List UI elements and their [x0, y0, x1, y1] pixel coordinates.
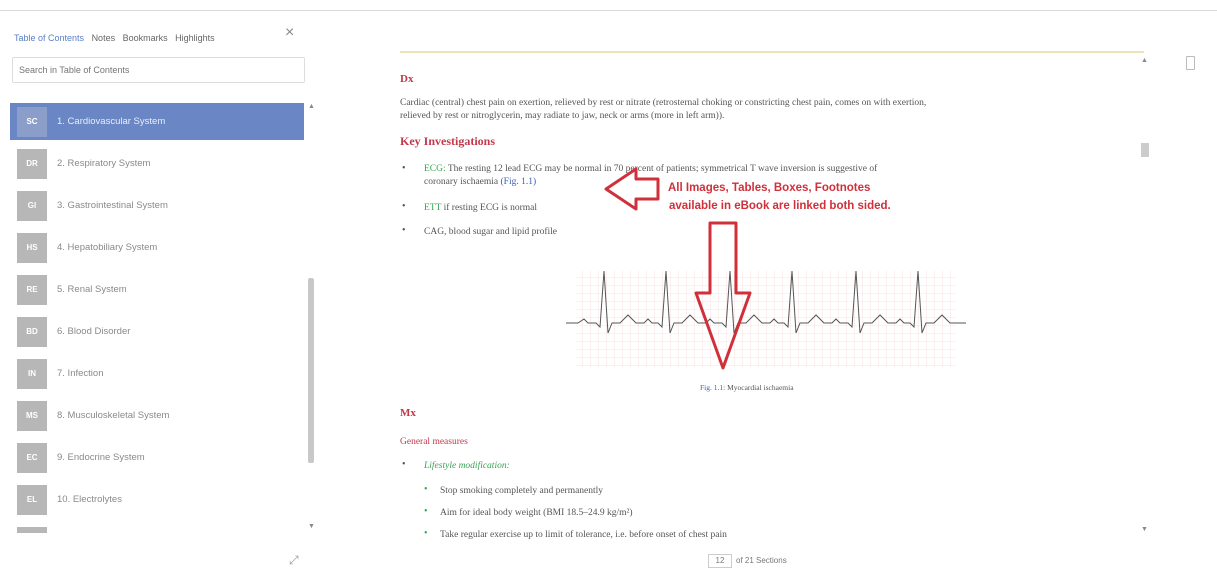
- tab-table-of-contents[interactable]: Table of Contents: [14, 33, 84, 43]
- toc-item-label: 9. Endocrine System: [57, 452, 145, 463]
- toc-item-badge: MS: [17, 400, 47, 431]
- page-icon[interactable]: [1186, 56, 1195, 70]
- left-arrow-shape: [604, 167, 660, 211]
- figure-link[interactable]: (Fig. 1.1): [501, 177, 537, 187]
- general-measures: General measures: [400, 437, 468, 447]
- toc-item-electrolytes[interactable]: EL 10. Electrolytes: [10, 481, 304, 518]
- toc-item-badge: DR: [17, 148, 47, 179]
- toc-item-label: 3. Gastrointestinal System: [57, 200, 168, 211]
- sub-bullet-icon: •: [424, 484, 428, 495]
- sidebar-tabs: Table of Contents Notes Bookmarks Highli…: [14, 33, 220, 43]
- toc-item-gastrointestinal[interactable]: GI 3. Gastrointestinal System: [10, 187, 304, 224]
- bullet-icon: •: [402, 201, 406, 212]
- reader-pane: ▲ ▼ Dx Cardiac (central) chest pain on e…: [388, 11, 1163, 551]
- bullet-icon: •: [402, 225, 406, 236]
- search-input[interactable]: [12, 57, 305, 83]
- page-number-input[interactable]: 12: [708, 554, 732, 568]
- ett-label: ETT: [424, 203, 442, 213]
- toc-item-badge: GI: [17, 190, 47, 221]
- sub-item: Aim for ideal body weight (BMI 18.5–24.9…: [440, 508, 633, 518]
- toc-item-musculoskeletal[interactable]: MS 8. Musculoskeletal System: [10, 397, 304, 434]
- toc-item-label: 5. Renal System: [57, 284, 127, 295]
- close-icon[interactable]: ×: [285, 25, 294, 41]
- toc-item-endocrine[interactable]: EC 9. Endocrine System: [10, 439, 304, 476]
- toc-item-cardiovascular[interactable]: SC 1. Cardiovascular System: [10, 103, 304, 140]
- ecg-label: ECG:: [424, 164, 446, 174]
- toc-scrollbar[interactable]: ▲ ▼: [306, 103, 316, 535]
- toc-item-label: 1. Cardiovascular System: [57, 116, 166, 127]
- toc-item-badge: SC: [17, 106, 47, 137]
- ecg-text-2: coronary ischaemia: [424, 177, 501, 187]
- toc-item-badge: IN: [17, 358, 47, 389]
- toc-item-label: 10. Electrolytes: [57, 494, 122, 505]
- callout-line-1: All Images, Tables, Boxes, Footnotes: [668, 182, 871, 194]
- toc-item-badge: BD: [17, 316, 47, 347]
- page-navigation: 12 of 21 Sections: [708, 554, 787, 568]
- toc-item-blood[interactable]: BD 6. Blood Disorder: [10, 313, 304, 350]
- toc-item-hepatobiliary[interactable]: HS 4. Hepatobiliary System: [10, 229, 304, 266]
- toc-item-partial: [17, 527, 47, 533]
- resize-icon[interactable]: ⤢: [289, 553, 299, 568]
- toc-item-badge: HS: [17, 232, 47, 263]
- reader-scroll-up-icon[interactable]: ▲: [1141, 57, 1148, 64]
- mx-heading: Mx: [400, 407, 416, 419]
- ett-line: ETT if resting ECG is normal: [424, 203, 537, 213]
- bullet-icon: •: [402, 459, 406, 470]
- callout-line-2: available in eBook are linked both sided…: [669, 200, 891, 212]
- toc-item-label: 4. Hepatobiliary System: [57, 242, 158, 253]
- ett-text: if resting ECG is normal: [441, 203, 538, 213]
- toc-item-badge: EL: [17, 484, 47, 515]
- scrollbar-thumb[interactable]: [308, 278, 314, 463]
- figure-caption-text: Myocardial ischaemia: [725, 383, 794, 392]
- tab-bookmarks[interactable]: Bookmarks: [123, 33, 168, 43]
- toc-item-renal[interactable]: RE 5. Renal System: [10, 271, 304, 308]
- dx-heading: Dx: [400, 73, 414, 85]
- toc-item-respiratory[interactable]: DR 2. Respiratory System: [10, 145, 304, 182]
- scroll-down-icon[interactable]: ▼: [308, 523, 315, 530]
- sidebar: Table of Contents Notes Bookmarks Highli…: [0, 11, 318, 568]
- reader-scroll-down-icon[interactable]: ▼: [1141, 526, 1148, 533]
- bullet-icon: •: [402, 163, 406, 174]
- figure-caption-label[interactable]: Fig. 1.1:: [700, 383, 725, 392]
- toc-item-label: 6. Blood Disorder: [57, 326, 131, 337]
- toc-item-label: 8. Musculoskeletal System: [57, 410, 170, 421]
- figure-caption: Fig. 1.1: Myocardial ischaemia: [700, 383, 794, 392]
- tab-highlights[interactable]: Highlights: [175, 33, 215, 43]
- header-rule: [400, 51, 1144, 53]
- sub-bullet-icon: •: [424, 528, 428, 539]
- down-arrow-shape: [694, 221, 752, 370]
- toc-item-badge: RE: [17, 274, 47, 305]
- scroll-up-icon[interactable]: ▲: [308, 103, 315, 110]
- sub-item: Stop smoking completely and permanently: [440, 486, 604, 496]
- ecg-line-2: coronary ischaemia (Fig. 1.1): [424, 177, 536, 187]
- dx-text-line-1: Cardiac (central) chest pain on exertion…: [400, 98, 927, 108]
- toc-item-infection[interactable]: IN 7. Infection: [10, 355, 304, 392]
- tab-notes[interactable]: Notes: [92, 33, 116, 43]
- sub-bullet-icon: •: [424, 506, 428, 517]
- lifestyle-label: Lifestyle modification:: [424, 461, 510, 471]
- key-investigations-heading: Key Investigations: [400, 134, 496, 148]
- toc-item-label: 2. Respiratory System: [57, 158, 151, 169]
- toc-list: SC 1. Cardiovascular System DR 2. Respir…: [10, 103, 304, 533]
- cag-line: CAG, blood sugar and lipid profile: [424, 227, 557, 237]
- toc-item-badge: EC: [17, 442, 47, 473]
- dx-text-line-2: relieved by rest or nitroglycerin, may r…: [400, 111, 725, 121]
- sub-item: Take regular exercise up to limit of tol…: [440, 530, 727, 540]
- toc-item-label: 7. Infection: [57, 368, 104, 379]
- reader-scrollbar-thumb[interactable]: [1141, 143, 1149, 157]
- page-total: of 21 Sections: [736, 556, 787, 565]
